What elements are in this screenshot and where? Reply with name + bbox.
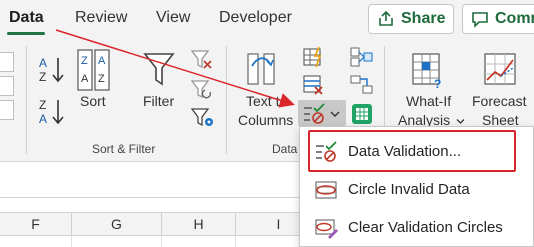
ribbon-tab-bar: Data Review View Developer Share Comm	[0, 0, 534, 40]
comment-icon	[472, 12, 488, 28]
text-to-columns-label-2[interactable]: Columns	[238, 112, 293, 128]
menu-item-label: Clear Validation Circles	[348, 219, 503, 236]
relationships-icon[interactable]	[350, 74, 374, 96]
sort-filter-group-label: Sort & Filter	[92, 142, 156, 156]
grid-cell[interactable]	[162, 236, 236, 247]
filter-icon[interactable]	[142, 50, 176, 90]
highlight-box	[308, 130, 516, 172]
comments-label: Comm	[495, 10, 534, 27]
grid-cell[interactable]	[72, 236, 162, 247]
comments-button[interactable]: Comm	[462, 4, 534, 34]
share-icon	[379, 10, 393, 26]
group-separator	[226, 46, 227, 154]
what-if-label-1[interactable]: What-If	[406, 93, 451, 109]
advanced-filter-icon[interactable]	[190, 106, 216, 130]
left-scroll-down-icon[interactable]	[0, 76, 14, 96]
left-more-icon[interactable]	[0, 100, 14, 120]
what-if-analysis-icon[interactable]: ?	[410, 50, 446, 90]
svg-text:Z: Z	[81, 55, 88, 67]
reapply-filter-icon[interactable]	[190, 78, 214, 100]
tab-data[interactable]: Data	[9, 9, 44, 27]
svg-text:A: A	[39, 56, 47, 70]
menu-item-clear-validation-circles[interactable]: Clear Validation Circles	[300, 209, 534, 247]
manage-data-model-icon[interactable]	[350, 102, 374, 126]
sort-a-to-z-icon[interactable]: A Z	[36, 54, 70, 86]
svg-text:A: A	[81, 73, 89, 85]
svg-text:A: A	[39, 112, 47, 126]
grid-cell[interactable]	[0, 236, 72, 247]
forecast-label-1[interactable]: Forecast	[472, 93, 526, 109]
group-separator	[26, 46, 27, 154]
svg-text:A: A	[98, 55, 106, 67]
filter-button-label[interactable]: Filter	[143, 93, 174, 109]
text-to-columns-icon[interactable]	[244, 50, 278, 90]
sort-button-label[interactable]: Sort	[80, 93, 106, 109]
remove-duplicates-icon[interactable]	[302, 74, 326, 96]
data-validation-icon[interactable]	[302, 103, 326, 125]
consolidate-icon[interactable]	[350, 46, 374, 68]
share-label: Share	[401, 10, 446, 27]
left-scroll-up-icon[interactable]	[0, 52, 14, 72]
active-tab-indicator	[7, 32, 45, 35]
column-header[interactable]: F	[0, 213, 72, 236]
svg-text:?: ?	[434, 77, 441, 90]
flash-fill-icon[interactable]	[302, 46, 326, 68]
text-to-columns-label-1[interactable]: Text to	[246, 93, 287, 109]
circle-invalid-data-icon	[315, 181, 337, 199]
tab-developer[interactable]: Developer	[219, 9, 292, 27]
tab-view[interactable]: View	[156, 9, 190, 27]
chevron-down-icon[interactable]	[330, 110, 340, 118]
forecast-sheet-icon[interactable]	[482, 50, 518, 90]
clear-filter-icon[interactable]	[190, 48, 214, 70]
column-header[interactable]: H	[162, 213, 236, 236]
clear-validation-circles-icon	[315, 219, 338, 239]
svg-text:Z: Z	[39, 70, 46, 84]
data-tools-group-label: Data	[272, 142, 298, 156]
menu-item-label: Circle Invalid Data	[348, 181, 470, 198]
menu-item-circle-invalid-data[interactable]: Circle Invalid Data	[300, 171, 534, 209]
column-header[interactable]: G	[72, 213, 162, 236]
chevron-down-icon[interactable]	[456, 118, 465, 125]
svg-text:Z: Z	[98, 73, 105, 85]
svg-text:Z: Z	[39, 98, 46, 112]
sort-icon[interactable]: Z A A Z	[76, 48, 112, 92]
tab-review[interactable]: Review	[75, 9, 127, 27]
sort-z-to-a-icon[interactable]: Z A	[36, 96, 70, 128]
share-button[interactable]: Share	[368, 4, 454, 34]
